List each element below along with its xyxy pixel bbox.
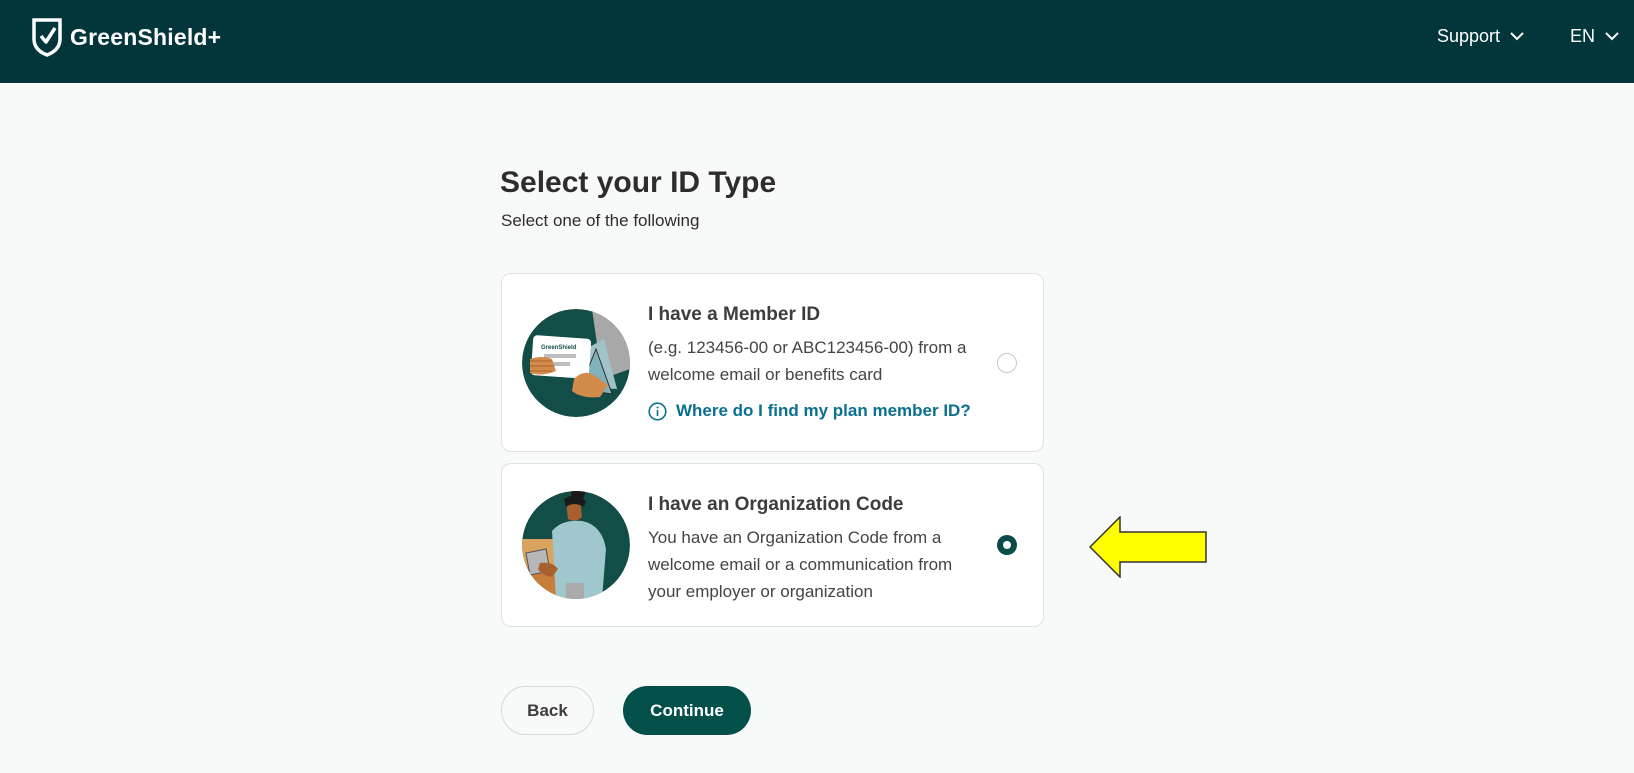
greenshield-logo[interactable]: GreenShield+ bbox=[32, 17, 221, 57]
organization-code-option-title: I have an Organization Code bbox=[648, 494, 904, 515]
chevron-down-icon bbox=[1510, 32, 1524, 41]
language-menu[interactable]: EN bbox=[1570, 26, 1619, 47]
find-member-id-link-label: Where do I find my plan member ID? bbox=[676, 401, 971, 420]
language-menu-label: EN bbox=[1570, 26, 1596, 46]
support-menu-label: Support bbox=[1437, 26, 1501, 46]
info-icon bbox=[648, 401, 667, 421]
top-navigation-bar: GreenShield+ Support EN bbox=[0, 0, 1634, 83]
illustration-card-text: GreenShield bbox=[541, 345, 577, 351]
annotation-arrow-icon bbox=[1089, 516, 1207, 578]
support-menu[interactable]: Support bbox=[1437, 26, 1524, 47]
organization-code-radio[interactable] bbox=[997, 535, 1017, 555]
page-title: Select your ID Type bbox=[500, 166, 777, 199]
member-id-radio[interactable] bbox=[997, 353, 1017, 373]
find-member-id-link[interactable]: Where do I find my plan member ID? bbox=[648, 401, 988, 421]
member-id-option-card[interactable]: GreenShield I have a Member ID (e.g. 123… bbox=[501, 273, 1044, 452]
chevron-down-icon bbox=[1605, 32, 1619, 41]
back-button[interactable]: Back bbox=[501, 686, 594, 735]
brand-name: GreenShield+ bbox=[70, 23, 222, 50]
member-id-option-title: I have a Member ID bbox=[648, 304, 821, 325]
organization-code-illustration bbox=[522, 491, 630, 599]
member-id-option-body: I have a Member ID (e.g. 123456-00 or AB… bbox=[648, 304, 988, 421]
organization-code-option-body: I have an Organization Code You have an … bbox=[648, 494, 988, 605]
organization-code-option-card[interactable]: I have an Organization Code You have an … bbox=[501, 463, 1044, 627]
continue-button[interactable]: Continue bbox=[623, 686, 751, 735]
member-card-illustration: GreenShield bbox=[522, 309, 630, 417]
page-subtitle: Select one of the following bbox=[501, 211, 700, 230]
organization-code-option-description: You have an Organization Code from a wel… bbox=[648, 528, 953, 601]
shield-logo-icon bbox=[32, 18, 62, 57]
member-id-option-description: (e.g. 123456-00 or ABC123456-00) from a … bbox=[648, 338, 967, 384]
